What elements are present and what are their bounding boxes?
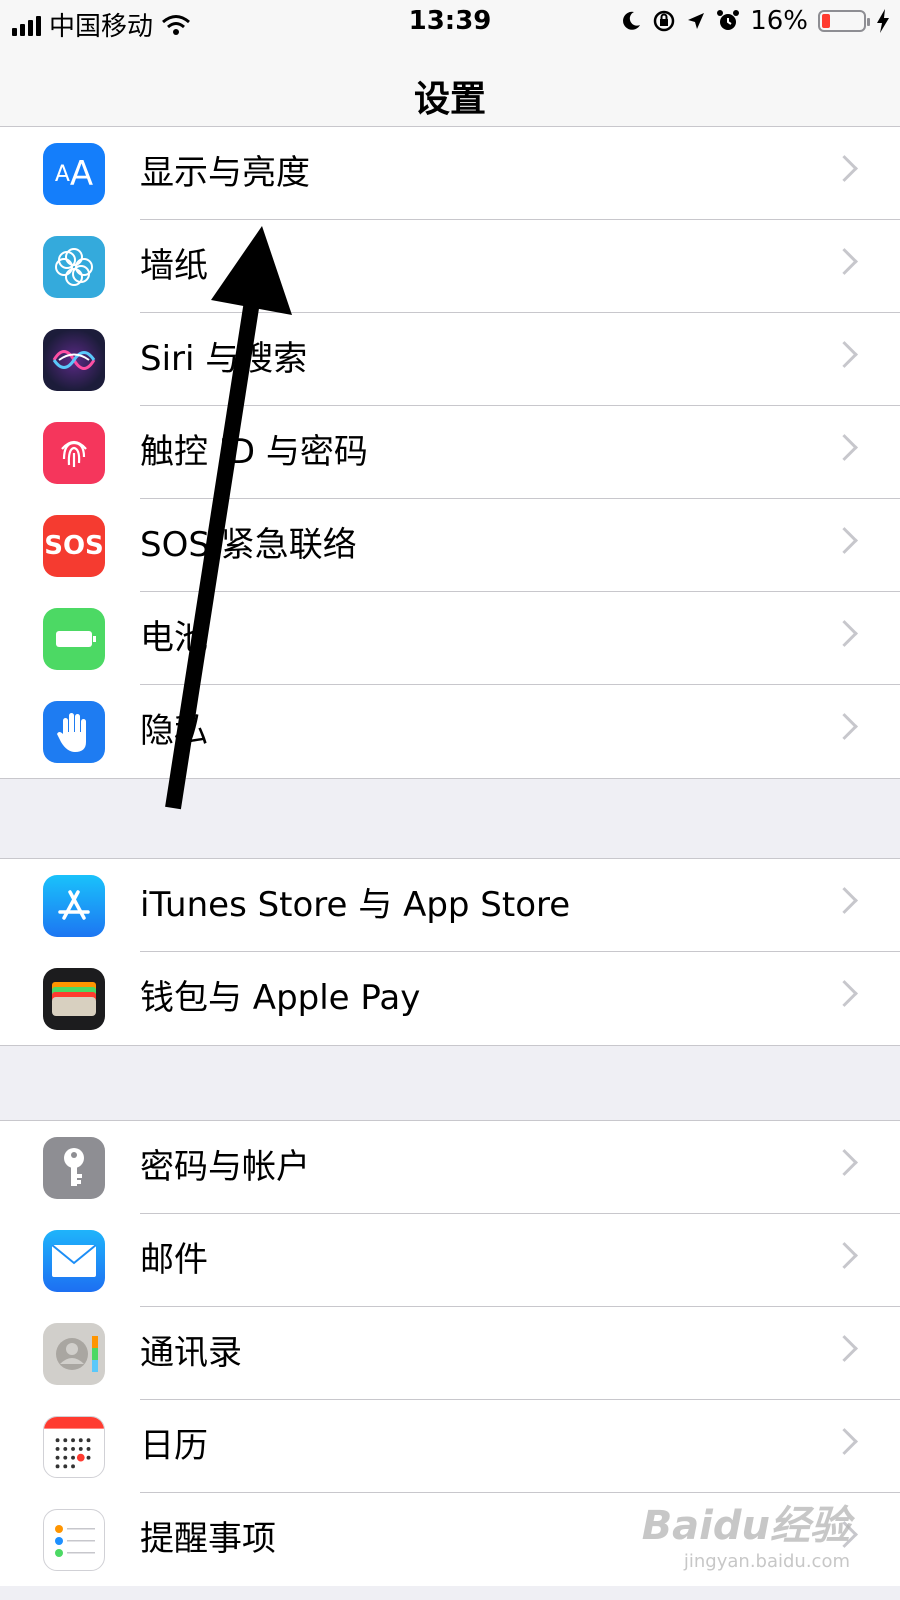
chevron-right-icon bbox=[831, 887, 858, 914]
charging-icon bbox=[877, 9, 889, 33]
chevron-right-icon bbox=[831, 620, 858, 647]
chevron-right-icon bbox=[831, 1149, 858, 1176]
settings-row-siri-search[interactable]: Siri 与搜索 bbox=[0, 313, 900, 406]
sos-icon: SOS bbox=[43, 515, 105, 577]
chevron-right-icon bbox=[831, 1428, 858, 1455]
reminders-icon bbox=[43, 1509, 105, 1571]
row-label: SOS 紧急联络 bbox=[140, 525, 357, 565]
battery-icon bbox=[818, 10, 870, 32]
settings-row-calendar[interactable]: 日历 bbox=[0, 1400, 900, 1493]
settings-row-mail[interactable]: 邮件 bbox=[0, 1214, 900, 1307]
settings-row-passwords-accounts[interactable]: 密码与帐户 bbox=[0, 1121, 900, 1214]
watermark-url: jingyan.baidu.com bbox=[683, 1551, 850, 1572]
row-label: 密码与帐户 bbox=[140, 1147, 310, 1187]
touch-id-icon bbox=[43, 422, 105, 484]
settings-row-wallpaper[interactable]: 墙纸 bbox=[0, 220, 900, 313]
siri-icon bbox=[43, 329, 105, 391]
contacts-icon bbox=[43, 1323, 105, 1385]
row-label: 钱包与 Apple Pay bbox=[140, 978, 421, 1018]
wallet-icon bbox=[43, 968, 105, 1030]
settings-row-battery[interactable]: 电池 bbox=[0, 592, 900, 685]
watermark: Baidu经验 jingyan.baidu.com bbox=[642, 1493, 850, 1572]
chevron-right-icon bbox=[831, 527, 858, 554]
chevron-right-icon bbox=[831, 155, 858, 182]
chevron-right-icon bbox=[831, 248, 858, 275]
row-label: iTunes Store 与 App Store bbox=[140, 885, 571, 925]
watermark-logo: Baidu经验 bbox=[641, 1503, 850, 1549]
row-label: 邮件 bbox=[140, 1240, 208, 1280]
settings-row-itunes-app-store[interactable]: iTunes Store 与 App Store bbox=[0, 859, 900, 952]
display-brightness-icon: AA bbox=[43, 143, 105, 205]
location-icon bbox=[688, 13, 705, 29]
battery-percent: 16% bbox=[750, 6, 808, 36]
moon-icon bbox=[623, 11, 641, 30]
settings-row-sos[interactable]: SOS SOS 紧急联络 bbox=[0, 499, 900, 592]
navigation-bar: 设置 bbox=[0, 44, 900, 139]
settings-row-touch-id[interactable]: 触控 ID 与密码 bbox=[0, 406, 900, 499]
settings-group-2: iTunes Store 与 App Store 钱包与 Apple Pay bbox=[0, 858, 900, 1046]
app-store-icon bbox=[43, 875, 105, 937]
page-title: 设置 bbox=[413, 79, 486, 120]
chevron-right-icon bbox=[831, 1242, 858, 1269]
settings-row-display-brightness[interactable]: AA 显示与亮度 bbox=[0, 127, 900, 220]
chevron-right-icon bbox=[831, 1335, 858, 1362]
privacy-hand-icon bbox=[43, 701, 105, 763]
status-bar: 中国移动 13:39 16% bbox=[0, 0, 900, 44]
wallpaper-icon bbox=[43, 236, 105, 298]
settings-group-1: AA 显示与亮度 墙纸 Siri 与搜索 触控 ID 与密码 SOS SOS 紧… bbox=[0, 126, 900, 779]
row-label: 提醒事项 bbox=[140, 1519, 276, 1559]
alarm-icon bbox=[717, 10, 740, 30]
row-label: 隐私 bbox=[140, 711, 208, 751]
battery-app-icon bbox=[43, 608, 105, 670]
settings-row-wallet-apple-pay[interactable]: 钱包与 Apple Pay bbox=[0, 952, 900, 1045]
row-label: 触控 ID 与密码 bbox=[140, 432, 368, 472]
row-label: 墙纸 bbox=[140, 246, 208, 286]
row-label: Siri 与搜索 bbox=[140, 339, 308, 379]
row-label: 显示与亮度 bbox=[140, 153, 310, 193]
row-label: 电池 bbox=[140, 618, 208, 658]
chevron-right-icon bbox=[831, 341, 858, 368]
chevron-right-icon bbox=[831, 713, 858, 740]
rotation-lock-icon bbox=[653, 10, 675, 32]
chevron-right-icon bbox=[831, 980, 858, 1007]
row-label: 日历 bbox=[140, 1426, 208, 1466]
calendar-icon bbox=[43, 1416, 105, 1478]
settings-row-privacy[interactable]: 隐私 bbox=[0, 685, 900, 778]
chevron-right-icon bbox=[831, 434, 858, 461]
settings-row-contacts[interactable]: 通讯录 bbox=[0, 1307, 900, 1400]
row-label: 通讯录 bbox=[140, 1333, 242, 1373]
mail-icon bbox=[43, 1230, 105, 1292]
key-icon bbox=[43, 1137, 105, 1199]
